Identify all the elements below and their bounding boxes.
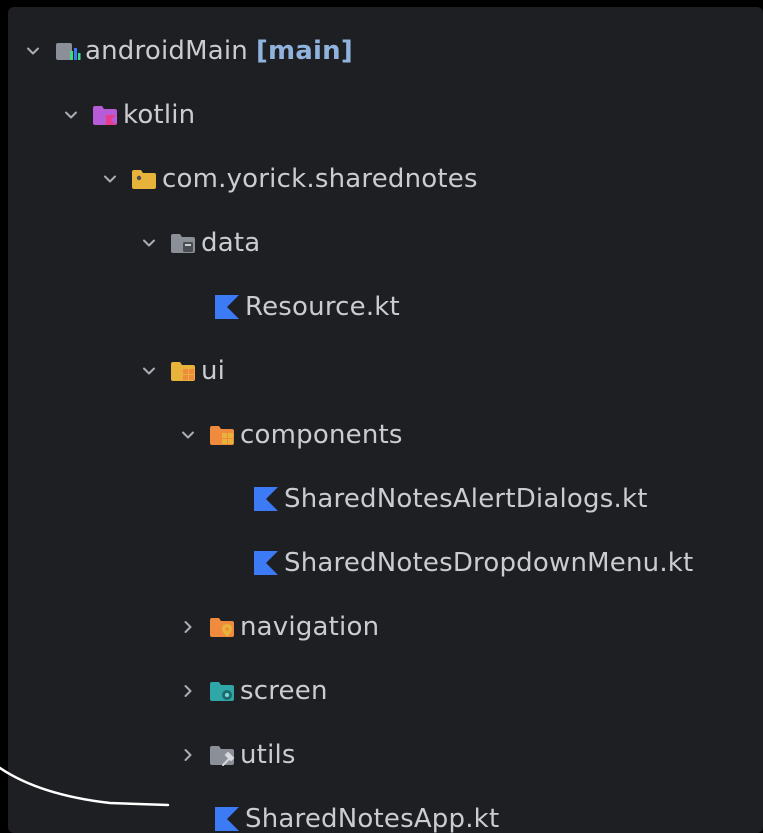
components-folder-icon xyxy=(208,421,236,449)
chevron-down-icon[interactable] xyxy=(139,233,159,253)
tree-item-label: screen xyxy=(240,676,328,706)
tree-row-package[interactable]: com.yorick.sharednotes xyxy=(8,147,763,211)
tree-row-app-file[interactable]: SharedNotesApp.kt xyxy=(8,787,763,833)
navigation-folder-icon xyxy=(208,613,236,641)
tree-item-label: components xyxy=(240,420,403,450)
kotlin-file-icon xyxy=(252,549,280,577)
chevron-right-icon[interactable] xyxy=(178,745,198,765)
tree-row-components[interactable]: components xyxy=(8,403,763,467)
chevron-down-icon[interactable] xyxy=(139,361,159,381)
source-set-tag: [main] xyxy=(255,36,353,66)
android-source-root-icon xyxy=(53,37,81,65)
tree-item-label: Resource.kt xyxy=(245,292,400,322)
tree-item-label: kotlin xyxy=(123,100,196,130)
kotlin-file-icon xyxy=(252,485,280,513)
package-folder-icon xyxy=(130,165,158,193)
tree-row-screen[interactable]: screen xyxy=(8,659,763,723)
tree-row-kotlin[interactable]: kotlin xyxy=(8,83,763,147)
tree-row-alert-dialogs-file[interactable]: SharedNotesAlertDialogs.kt xyxy=(8,467,763,531)
tree-row-dropdown-menu-file[interactable]: SharedNotesDropdownMenu.kt xyxy=(8,531,763,595)
kotlin-file-icon xyxy=(213,293,241,321)
tree-item-label: navigation xyxy=(240,612,380,642)
kotlin-source-folder-icon xyxy=(91,101,119,129)
project-tree-panel: androidMain [main] kotlin com.yorick.sha xyxy=(8,7,763,833)
chevron-down-icon[interactable] xyxy=(178,425,198,445)
tree-item-label: SharedNotesDropdownMenu.kt xyxy=(284,548,694,578)
tree-item-label: SharedNotesAlertDialogs.kt xyxy=(284,484,648,514)
data-folder-icon xyxy=(169,229,197,257)
chevron-down-icon[interactable] xyxy=(61,105,81,125)
tree-row-android-main[interactable]: androidMain [main] xyxy=(8,19,763,83)
tree-row-resource-file[interactable]: Resource.kt xyxy=(8,275,763,339)
chevron-right-icon[interactable] xyxy=(178,617,198,637)
tree-item-label: utils xyxy=(240,740,296,770)
tree-item-label: SharedNotesApp.kt xyxy=(245,804,500,833)
ui-folder-icon xyxy=(169,357,197,385)
chevron-down-icon[interactable] xyxy=(23,41,43,61)
kotlin-file-icon xyxy=(213,805,241,833)
tree-row-ui[interactable]: ui xyxy=(8,339,763,403)
screen-folder-icon xyxy=(208,677,236,705)
chevron-right-icon[interactable] xyxy=(178,681,198,701)
tree-row-data[interactable]: data xyxy=(8,211,763,275)
tree-item-label: com.yorick.sharednotes xyxy=(162,164,478,194)
tree-row-utils[interactable]: utils xyxy=(8,723,763,787)
chevron-down-icon[interactable] xyxy=(100,169,120,189)
tree-item-label: ui xyxy=(201,356,226,386)
tree-row-navigation[interactable]: navigation xyxy=(8,595,763,659)
tree-item-label: androidMain xyxy=(85,36,248,66)
utils-folder-icon xyxy=(208,741,236,769)
tree-item-label: data xyxy=(201,228,261,258)
